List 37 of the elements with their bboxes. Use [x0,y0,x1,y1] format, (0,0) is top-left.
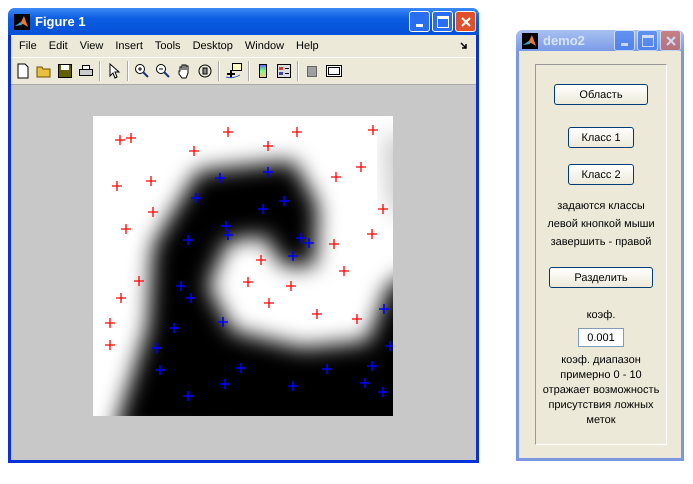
frame-icon[interactable] [325,63,343,79]
data-cursor-icon[interactable] [225,63,243,79]
window-title: Figure 1 [35,14,87,29]
zoom-in-icon[interactable] [134,63,150,79]
close-button[interactable] [455,11,476,32]
instruction-text: коэф. [586,308,616,323]
instruction-text: завершить - правой [550,235,652,250]
new-file-icon[interactable] [15,63,31,79]
menu-item[interactable]: Desktop [186,40,239,52]
instruction-text: примерно 0 - 10 [560,368,642,383]
save-icon[interactable] [57,63,73,79]
zoom-out-icon[interactable] [155,63,171,79]
instruction-text: левой кнопкой мыши [547,217,655,232]
menu-item[interactable]: Insert [109,40,149,52]
square-icon[interactable] [304,63,320,79]
instruction-text: меток [586,413,616,428]
menu-item[interactable]: File [13,40,43,52]
instruction-text: коэф. диапазон [561,353,641,368]
close-icon [666,36,676,46]
print-icon[interactable] [78,63,94,79]
close-icon [460,16,470,26]
peak-logo-icon [522,32,538,48]
minimize-button[interactable] [409,11,430,32]
peak-logo-icon [14,14,30,30]
instruction-text: присутствия ложных [548,398,654,413]
menu-item[interactable]: Edit [42,40,74,52]
menu-item[interactable]: View [74,40,110,52]
instruction-text: задаются классы [557,199,645,214]
menu-item[interactable]: Help [290,40,325,52]
rotate-icon[interactable] [197,63,213,79]
instruction-text: отражает возможность [542,383,660,398]
menu-item[interactable]: Window [238,40,290,52]
maximize-button[interactable] [432,11,453,32]
legend-icon[interactable] [276,63,292,79]
dock-arrow-icon[interactable] [460,42,468,50]
menu-item[interactable]: Tools [148,40,187,52]
window-title: demo2 [543,33,586,48]
